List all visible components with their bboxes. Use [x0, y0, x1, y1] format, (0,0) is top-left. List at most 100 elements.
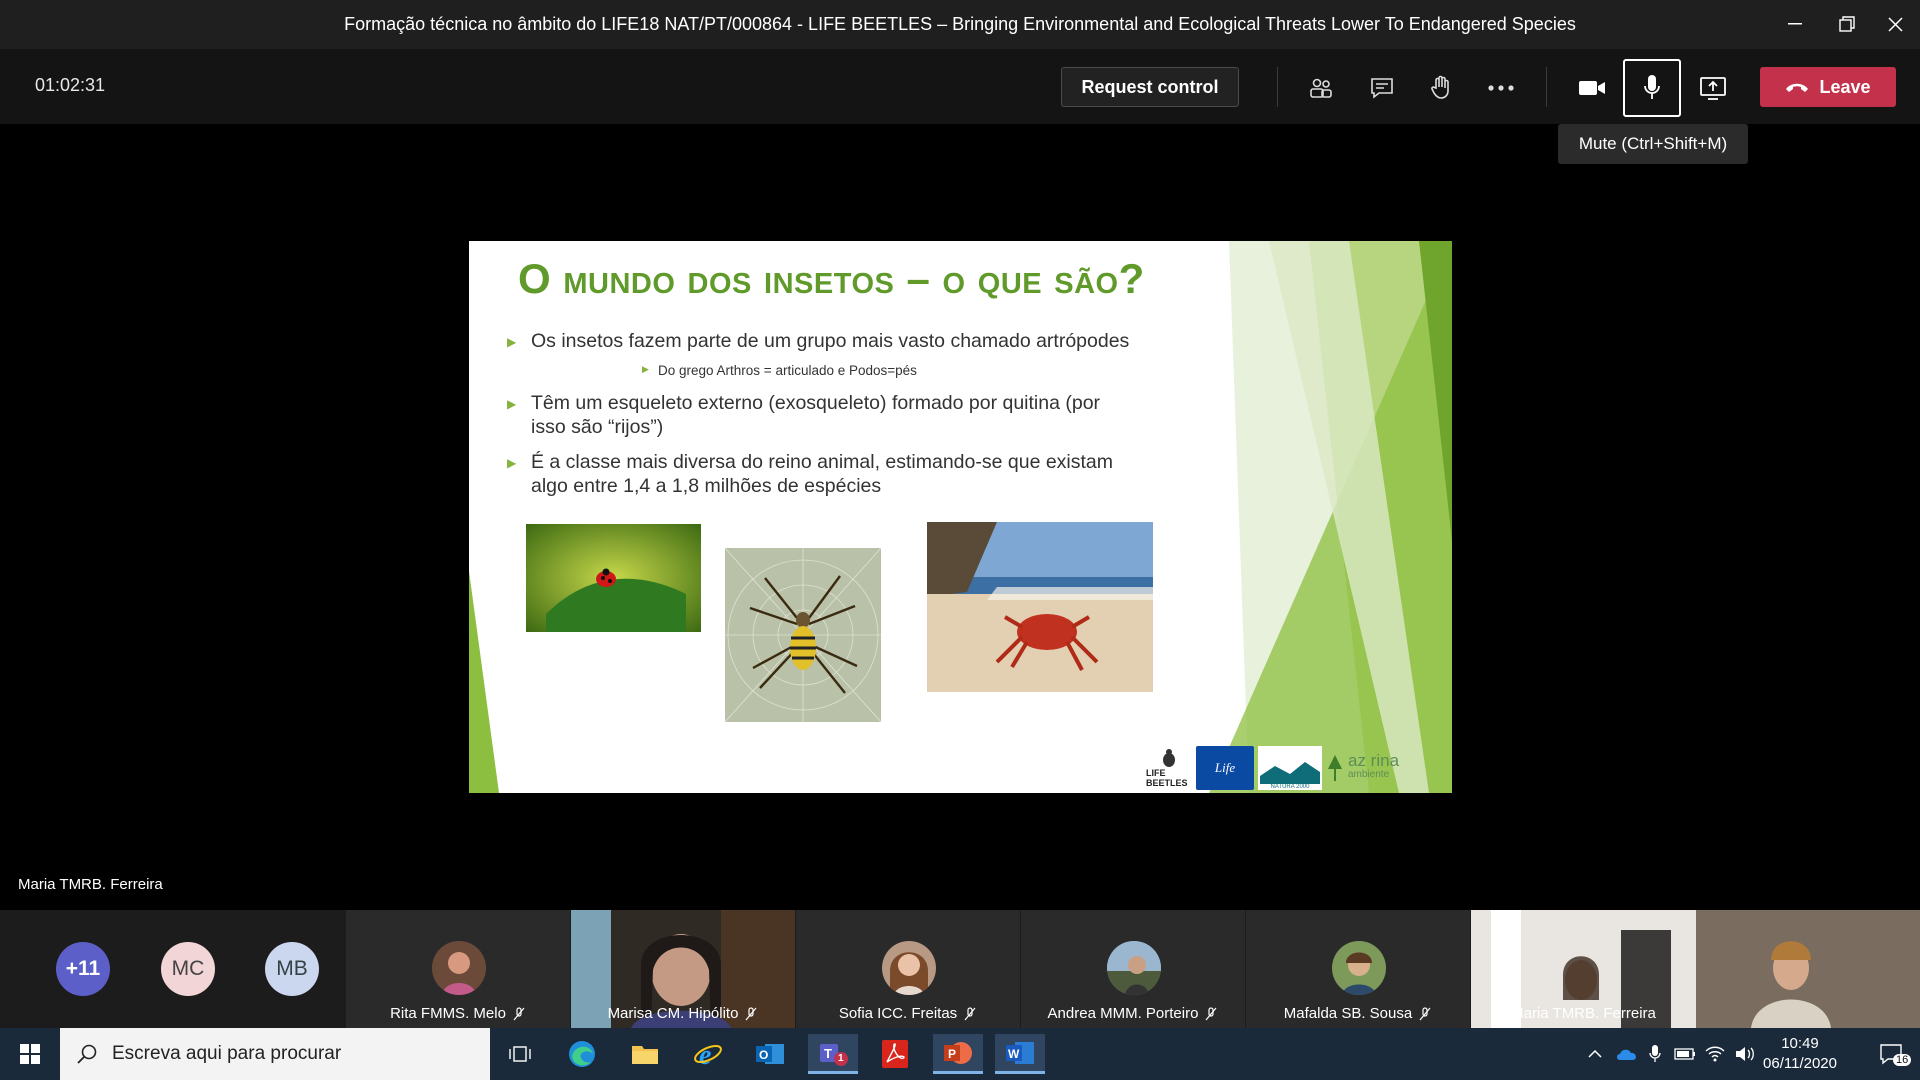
- participant-name: Sofia ICC. Freitas: [838, 1005, 958, 1022]
- minimize-button[interactable]: [1780, 10, 1810, 38]
- onedrive-icon: [1617, 1049, 1636, 1060]
- clock-time: 10:49: [1781, 1035, 1819, 1052]
- battery-icon: [1674, 1048, 1695, 1060]
- edge-taskbar-button[interactable]: [557, 1034, 607, 1074]
- edge-icon: [569, 1041, 595, 1067]
- internet-explorer-icon: e: [694, 1040, 722, 1069]
- microphone-icon: [1644, 75, 1660, 99]
- mic-off-icon: [1205, 1006, 1217, 1020]
- outlook-icon: O: [756, 1044, 784, 1064]
- participant-video-tile[interactable]: Marisa CM. Hipólito: [571, 910, 795, 1028]
- more-options-button[interactable]: [1472, 59, 1530, 117]
- file-explorer-button[interactable]: [620, 1034, 670, 1074]
- participants-button[interactable]: [1292, 59, 1350, 117]
- camera-icon: [1579, 81, 1605, 95]
- more-icon: [1488, 85, 1514, 91]
- tray-microphone-icon: [1649, 1045, 1661, 1062]
- more-participants-button[interactable]: +11: [56, 942, 110, 996]
- minimize-icon: [1788, 23, 1802, 25]
- powerpoint-taskbar-button[interactable]: P: [933, 1034, 983, 1074]
- participant-name: Rita FMMS. Melo: [390, 1005, 506, 1022]
- start-button[interactable]: [0, 1028, 60, 1080]
- slide-bullet-2-line1: Têm um esqueleto externo (exosqueleto) f…: [531, 392, 1101, 414]
- camera-button[interactable]: [1563, 59, 1621, 117]
- avatar-mb[interactable]: MB: [265, 942, 319, 996]
- internet-explorer-button[interactable]: e: [683, 1034, 733, 1074]
- task-view-icon: [509, 1046, 531, 1062]
- teams-notification-badge: 1: [838, 1053, 844, 1064]
- slide-logos: LIFE BEETLES Life NATURA 2000 az rina am…: [1146, 745, 1446, 791]
- share-icon: [1700, 77, 1726, 100]
- windows-taskbar: Escreva aqui para procurar e O T 1 P W 1…: [0, 1028, 1920, 1080]
- windows-logo-icon: [20, 1044, 40, 1064]
- teams-taskbar-button[interactable]: T 1: [808, 1034, 858, 1074]
- onedrive-tray-button[interactable]: [1612, 1028, 1642, 1080]
- beetle-icon: [1163, 749, 1175, 767]
- powerpoint-icon: P: [944, 1041, 972, 1064]
- slide-bullet-3-line1: É a classe mais diversa do reino animal,…: [531, 451, 1114, 473]
- slide-title: O mundo dos insetos – o que são?: [518, 255, 1145, 302]
- mic-off-icon: [745, 1006, 757, 1020]
- divider: [1277, 67, 1278, 107]
- slide-decoration: [469, 241, 1452, 793]
- participant-tile[interactable]: Andrea MMM. Porteiro: [1021, 910, 1245, 1028]
- svg-text:e: e: [699, 1040, 711, 1069]
- notifications-button[interactable]: 16: [1866, 1028, 1916, 1080]
- participant-name: Andrea MMM. Porteiro: [1047, 1005, 1199, 1022]
- leave-button[interactable]: Leave: [1760, 67, 1896, 107]
- microphone-button[interactable]: [1623, 59, 1681, 117]
- crab-photo: [927, 522, 1153, 692]
- close-button[interactable]: [1880, 10, 1910, 38]
- request-control-button[interactable]: Request control: [1061, 67, 1239, 107]
- shared-slide: O mundo dos insetos – o que são? Os inse…: [469, 241, 1452, 793]
- mic-off-icon: [964, 1006, 976, 1020]
- participant-name: Maria TMRB. Ferreira: [1511, 1005, 1656, 1022]
- slide-subbullet-1: Do grego Arthros = articulado e Podos=pé…: [642, 363, 917, 378]
- participant-tile[interactable]: Rita FMMS. Melo: [346, 910, 570, 1028]
- search-icon: [77, 1044, 97, 1064]
- participant-name-row: Maria TMRB. Ferreira: [1471, 1005, 1696, 1022]
- participant-tile[interactable]: Sofia ICC. Freitas: [796, 910, 1020, 1028]
- wifi-icon: [1705, 1046, 1725, 1062]
- avatar-mc[interactable]: MC: [161, 942, 215, 996]
- slide-bullet-2: Têm um esqueleto externo (exosqueleto) f…: [507, 391, 1101, 439]
- avatar: [1332, 941, 1386, 995]
- restore-button[interactable]: [1832, 10, 1862, 38]
- wifi-tray-button[interactable]: [1700, 1028, 1730, 1080]
- participant-name: Marisa CM. Hipólito: [607, 1005, 739, 1022]
- spider-photo: [725, 548, 881, 722]
- mute-tooltip: Mute (Ctrl+Shift+M): [1558, 124, 1748, 164]
- avatar: [1107, 941, 1161, 995]
- raise-hand-button[interactable]: [1412, 59, 1470, 117]
- hang-up-icon: [1786, 83, 1809, 92]
- outlook-taskbar-button[interactable]: O: [745, 1034, 795, 1074]
- participant-name-row: Marisa CM. Hipólito: [571, 1005, 795, 1022]
- share-screen-button[interactable]: [1684, 59, 1742, 117]
- chat-icon: [1371, 78, 1393, 99]
- acrobat-taskbar-button[interactable]: [870, 1034, 920, 1074]
- taskbar-search-box[interactable]: Escreva aqui para procurar: [60, 1028, 490, 1080]
- close-icon: [1887, 16, 1903, 32]
- svg-text:W: W: [1008, 1047, 1020, 1061]
- window-title: Formação técnica no âmbito do LIFE18 NAT…: [344, 14, 1576, 34]
- participant-strip: +11 MC MB Rita FMMS. Melo Marisa CM. Hip…: [0, 910, 1920, 1028]
- volume-icon: [1736, 1047, 1754, 1061]
- notification-count: 16: [1893, 1054, 1912, 1066]
- slide-bullet-3-line2: algo entre 1,4 a 1,8 milhões de espécies: [531, 475, 882, 497]
- participant-video-tile[interactable]: Maria TMRB. Ferreira: [1471, 910, 1920, 1028]
- raise-hand-icon: [1431, 75, 1449, 99]
- participant-tile[interactable]: Mafalda SB. Sousa: [1246, 910, 1470, 1028]
- participants-icon: [1310, 78, 1332, 98]
- chat-button[interactable]: [1353, 59, 1411, 117]
- word-taskbar-button[interactable]: W: [995, 1034, 1045, 1074]
- show-hidden-icons-button[interactable]: [1580, 1028, 1610, 1080]
- slide-bullet-3: É a classe mais diversa do reino animal,…: [507, 450, 1114, 498]
- slide-bullet-2-line2: isso são “rijos”): [531, 416, 664, 438]
- acrobat-icon: [882, 1040, 908, 1068]
- battery-tray-button[interactable]: [1670, 1028, 1700, 1080]
- divider: [1546, 67, 1547, 107]
- volume-tray-button[interactable]: [1730, 1028, 1760, 1080]
- taskbar-clock[interactable]: 10:49 06/11/2020: [1760, 1034, 1840, 1074]
- microphone-tray-button[interactable]: [1640, 1028, 1670, 1080]
- task-view-button[interactable]: [495, 1034, 545, 1074]
